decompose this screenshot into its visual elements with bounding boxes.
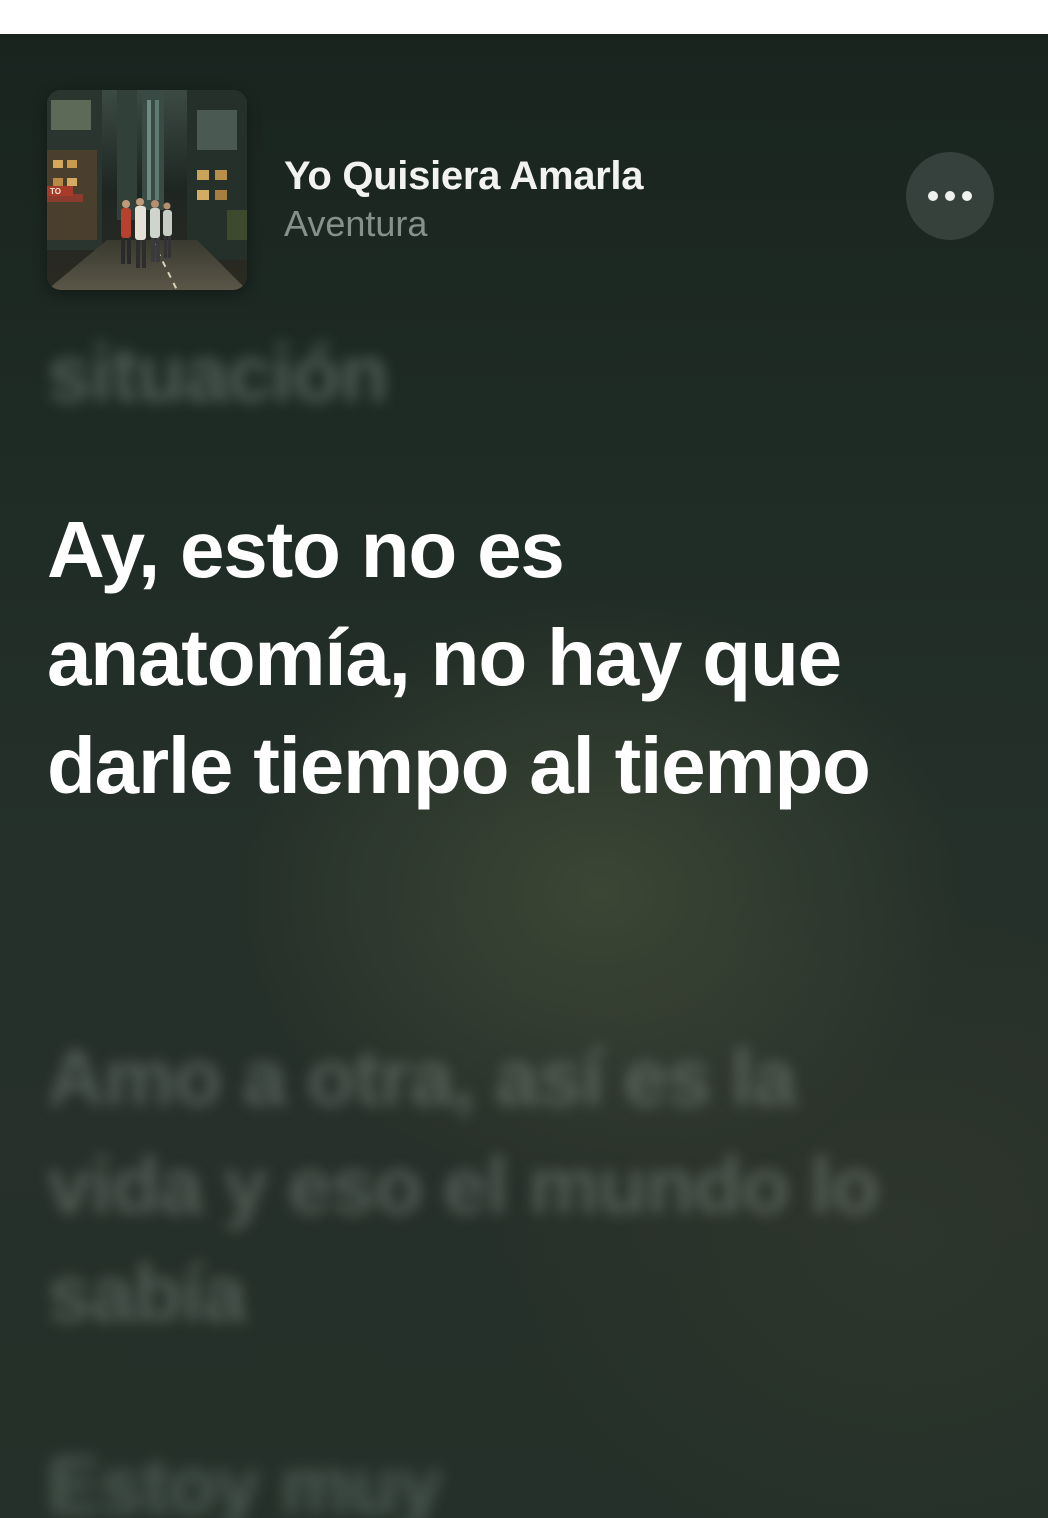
ellipsis-icon <box>962 191 972 201</box>
ellipsis-icon <box>945 191 955 201</box>
lyric-line-previous[interactable]: situación <box>47 320 887 428</box>
track-info[interactable]: Yo Quisiera Amarla Aventura <box>284 152 644 248</box>
album-artwork[interactable]: TO <box>47 90 247 290</box>
lyric-line-current[interactable]: Ay, esto no es anatomía, no hay que darl… <box>47 496 887 820</box>
lyric-line-next[interactable]: Amo a otra, así es la vida y eso el mund… <box>47 1024 887 1348</box>
track-title[interactable]: Yo Quisiera Amarla <box>284 152 644 200</box>
ellipsis-icon <box>928 191 938 201</box>
more-options-button[interactable] <box>906 152 994 240</box>
track-artist[interactable]: Aventura <box>284 200 643 248</box>
artwork-sign-text: TO <box>50 187 61 196</box>
status-bar-area <box>0 0 1048 34</box>
lyrics-player: TO Yo Quisiera Amarla Aventura situación… <box>0 34 1048 1518</box>
album-artwork-image: TO <box>47 90 247 290</box>
lyric-line-following[interactable]: Estoy muy <box>47 1432 887 1518</box>
